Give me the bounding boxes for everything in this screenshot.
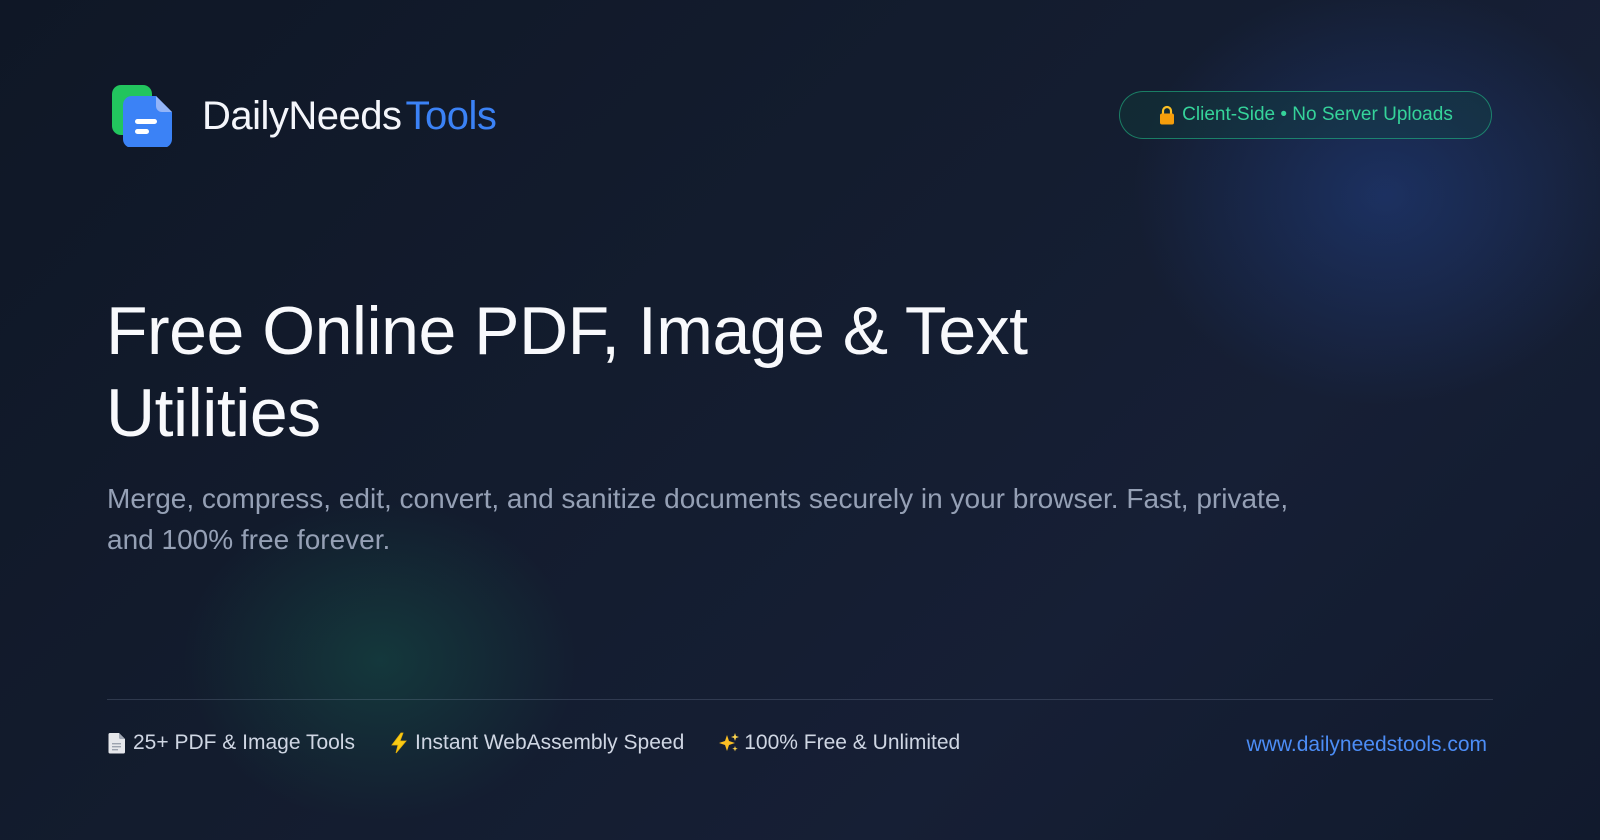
brand-logo[interactable]: DailyNeeds Tools <box>112 85 497 147</box>
feature-item-tools: 25+ PDF & Image Tools <box>107 731 355 755</box>
feature-item-free: 100% Free & Unlimited <box>718 731 960 755</box>
feature-item-speed: Instant WebAssembly Speed <box>389 731 684 755</box>
document-stack-icon <box>112 85 174 147</box>
divider <box>107 699 1493 700</box>
brand-name: DailyNeeds Tools <box>202 94 497 138</box>
brand-name-part1: DailyNeeds <box>202 94 402 138</box>
feature-label: 25+ PDF & Image Tools <box>133 731 355 754</box>
feature-list: 25+ PDF & Image Tools Instant WebAssembl… <box>107 731 994 755</box>
document-icon <box>107 732 127 754</box>
client-side-badge: Client-Side • No Server Uploads <box>1119 91 1492 139</box>
feature-label: Instant WebAssembly Speed <box>414 731 685 754</box>
brand-name-part2: Tools <box>405 94 497 138</box>
lightning-icon <box>389 732 409 754</box>
lock-icon <box>1158 105 1176 125</box>
page-title: Free Online PDF, Image & Text Utilities <box>106 293 1028 451</box>
feature-label: 100% Free & Unlimited <box>744 731 961 754</box>
sparkles-icon <box>718 732 740 754</box>
website-link[interactable]: www.dailyneedstools.com <box>1247 733 1487 757</box>
page-subtitle: Merge, compress, edit, convert, and sani… <box>107 483 1289 555</box>
badge-text: Client-Side • No Server Uploads <box>1182 104 1453 125</box>
